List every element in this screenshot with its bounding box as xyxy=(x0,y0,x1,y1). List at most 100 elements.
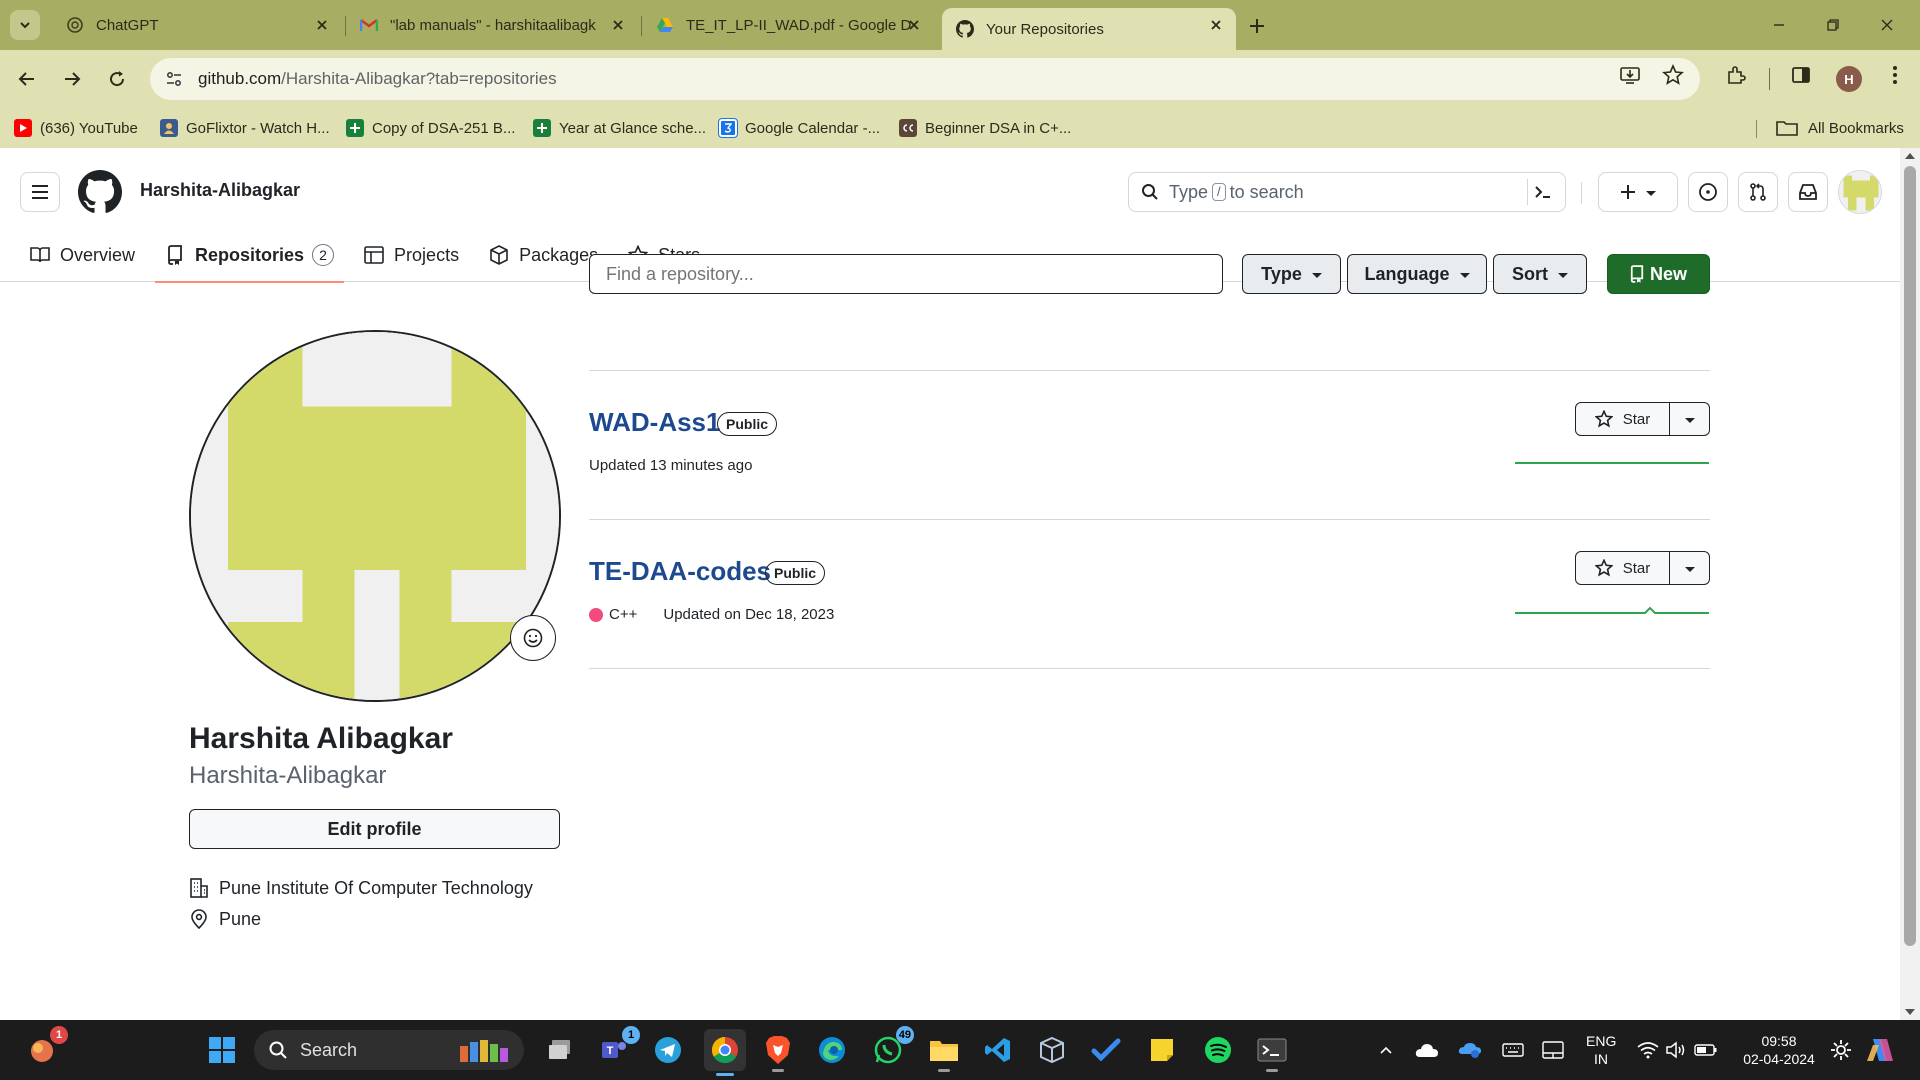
bookmark-google-calendar[interactable]: Google Calendar -... xyxy=(718,116,881,140)
tab-search-button[interactable] xyxy=(10,10,40,40)
bookmark-label: Google Calendar -... xyxy=(745,119,881,137)
pull-requests-button[interactable] xyxy=(1738,172,1778,212)
scroll-down-icon[interactable] xyxy=(1905,1009,1915,1015)
settings-gear-icon[interactable] xyxy=(1828,1032,1854,1068)
close-window-button[interactable] xyxy=(1864,10,1910,40)
clock[interactable]: 09:58 02-04-2024 xyxy=(1736,1032,1822,1068)
profile-login: Harshita-Alibagkar xyxy=(189,762,387,789)
site-info-icon[interactable] xyxy=(162,67,186,91)
address-bar[interactable]: github.com/Harshita-Alibagkar?tab=reposi… xyxy=(150,58,1700,100)
star-button[interactable]: Star xyxy=(1575,551,1670,585)
close-icon[interactable] xyxy=(906,17,922,33)
tab-projects-label: Projects xyxy=(394,244,460,265)
bookmark-copy-of-dsa[interactable]: Copy of DSA-251 B... xyxy=(346,116,515,140)
star-button[interactable]: Star xyxy=(1575,402,1670,436)
spotify-icon[interactable] xyxy=(1200,1032,1236,1068)
tab-repositories[interactable]: Repositories 2 xyxy=(155,228,345,283)
wifi-icon[interactable] xyxy=(1634,1032,1662,1068)
repo-name-link[interactable]: WAD-Ass1 xyxy=(589,407,720,438)
browser-toolbar: github.com/Harshita-Alibagkar?tab=reposi… xyxy=(0,50,1920,108)
github-logo-icon[interactable] xyxy=(78,170,122,214)
bookmark-beginner-dsa[interactable]: Beginner DSA in C+... xyxy=(899,116,1071,140)
battery-icon[interactable] xyxy=(1692,1032,1720,1068)
volume-icon[interactable] xyxy=(1662,1032,1690,1068)
scrollbar-thumb[interactable] xyxy=(1904,166,1916,946)
bookmark-year-at-glance[interactable]: Year at Glance sche... xyxy=(533,116,706,140)
type-filter-button[interactable]: Type xyxy=(1242,254,1341,294)
todo-icon[interactable] xyxy=(1088,1032,1124,1068)
tab-gmail[interactable]: "lab manuals" - harshitaalibagk xyxy=(346,8,638,42)
minimize-button[interactable] xyxy=(1756,10,1802,40)
virtualbox-icon[interactable] xyxy=(1034,1032,1070,1068)
show-hidden-icons-chevron-icon[interactable] xyxy=(1374,1032,1398,1068)
side-panel-icon[interactable] xyxy=(1788,62,1814,88)
taskbar-search[interactable]: Search xyxy=(254,1030,524,1070)
copilot-icon[interactable] xyxy=(1862,1032,1898,1068)
profile-avatar-button[interactable]: H xyxy=(1836,66,1862,92)
menu-button[interactable] xyxy=(20,172,60,212)
tab-your-repositories[interactable]: Your Repositories xyxy=(942,8,1236,50)
vscode-icon[interactable] xyxy=(980,1032,1016,1068)
issues-button[interactable] xyxy=(1688,172,1728,212)
edit-profile-button[interactable]: Edit profile xyxy=(189,809,560,849)
close-icon[interactable] xyxy=(1208,17,1224,33)
chrome-icon[interactable] xyxy=(704,1029,746,1076)
sort-filter-button[interactable]: Sort xyxy=(1493,254,1587,294)
bookmark-star-icon[interactable] xyxy=(1660,62,1686,88)
profile-avatar[interactable] xyxy=(189,330,561,702)
star-list-dropdown[interactable] xyxy=(1670,402,1710,436)
user-avatar[interactable] xyxy=(1838,170,1882,214)
forward-button[interactable] xyxy=(57,64,87,94)
close-icon[interactable] xyxy=(314,17,330,33)
edge-icon[interactable] xyxy=(814,1032,850,1068)
close-icon[interactable] xyxy=(610,17,626,33)
sticky-notes-icon[interactable] xyxy=(1144,1032,1180,1068)
start-button[interactable] xyxy=(204,1032,240,1068)
notifications-button[interactable] xyxy=(1788,172,1828,212)
github-search-input[interactable]: Type / to search xyxy=(1128,172,1566,212)
all-bookmarks-button[interactable]: All Bookmarks xyxy=(1776,116,1904,140)
language-filter-button[interactable]: Language xyxy=(1347,254,1487,294)
star-list-dropdown[interactable] xyxy=(1670,551,1710,585)
search-highlight-icon xyxy=(454,1036,512,1064)
profile-organization: Pune Institute Of Computer Technology xyxy=(189,876,533,900)
tab-overview[interactable]: Overview xyxy=(20,228,145,282)
task-view-icon[interactable] xyxy=(542,1032,578,1068)
extensions-icon[interactable] xyxy=(1723,62,1749,88)
touchpad-icon[interactable] xyxy=(1540,1032,1566,1068)
tab-google-drive[interactable]: TE_IT_LP-II_WAD.pdf - Google D xyxy=(642,8,934,42)
issue-opened-icon xyxy=(1699,183,1717,201)
create-new-button[interactable] xyxy=(1598,172,1678,212)
bookmark-goflixtor[interactable]: GoFlixtor - Watch H... xyxy=(160,116,330,140)
scroll-up-icon[interactable] xyxy=(1905,153,1915,159)
bookmark-youtube[interactable]: (636) YouTube xyxy=(14,116,138,140)
onedrive-icon[interactable] xyxy=(1414,1032,1440,1068)
new-tab-button[interactable] xyxy=(1243,12,1271,40)
reload-button[interactable] xyxy=(102,64,132,94)
restore-button[interactable] xyxy=(1810,10,1856,40)
telegram-icon[interactable] xyxy=(650,1032,686,1068)
tab-projects[interactable]: Projects xyxy=(354,228,469,282)
more-menu-icon[interactable] xyxy=(1882,62,1908,88)
find-repository-input[interactable] xyxy=(589,254,1223,294)
teams-icon[interactable]: T 1 xyxy=(596,1026,640,1068)
minimize-icon xyxy=(1774,24,1784,26)
tab-chatgpt[interactable]: ChatGPT xyxy=(52,8,342,42)
whatsapp-icon[interactable]: 49 xyxy=(870,1026,914,1068)
new-repository-button[interactable]: New xyxy=(1607,254,1710,294)
set-status-button[interactable] xyxy=(510,615,556,661)
header-username[interactable]: Harshita-Alibagkar xyxy=(140,180,300,201)
install-app-icon[interactable] xyxy=(1617,62,1643,88)
widgets-icon[interactable]: 1 xyxy=(24,1026,68,1068)
brave-icon[interactable] xyxy=(760,1032,796,1072)
file-explorer-icon[interactable] xyxy=(926,1032,962,1072)
clock-date: 02-04-2024 xyxy=(1743,1051,1815,1067)
page-scrollbar[interactable] xyxy=(1900,148,1920,1020)
onedrive-sync-icon[interactable] xyxy=(1457,1032,1483,1068)
keyboard-icon[interactable] xyxy=(1500,1032,1526,1068)
input-language[interactable]: ENG IN xyxy=(1586,1032,1616,1068)
command-palette-icon[interactable] xyxy=(1527,179,1557,205)
repo-name-link[interactable]: TE-DAA-codes xyxy=(589,556,771,587)
terminal-icon[interactable] xyxy=(1254,1032,1290,1072)
back-button[interactable] xyxy=(12,64,42,94)
